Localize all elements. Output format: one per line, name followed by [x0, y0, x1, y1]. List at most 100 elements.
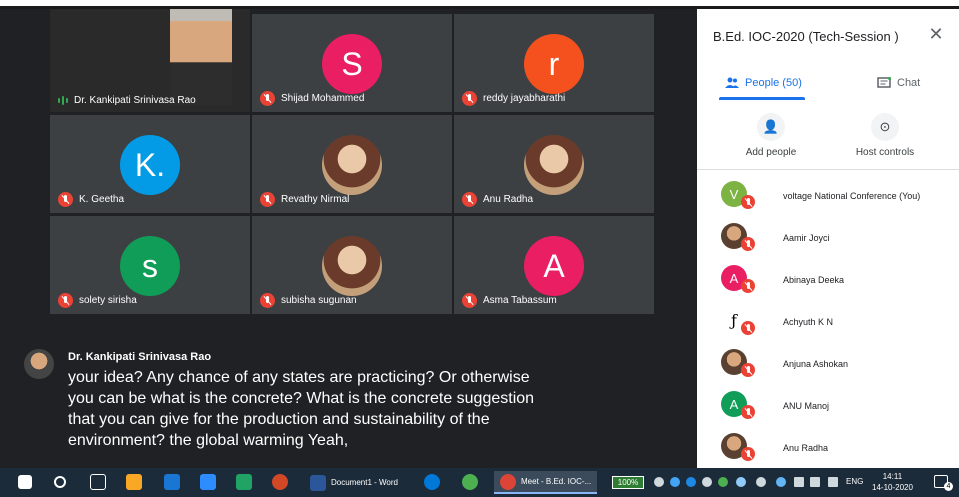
live-caption: Dr. Kankipati Srinivasa Rao your idea? A…: [0, 327, 697, 468]
mic-off-icon: [741, 195, 755, 209]
tab-people-label: People (50): [745, 77, 802, 89]
mic-off-icon: [260, 293, 275, 308]
tray-icon[interactable]: [686, 477, 696, 487]
tile-name-row: Asma Tabassum: [462, 293, 557, 308]
mic-off-icon: [58, 192, 73, 207]
tab-people[interactable]: People (50): [725, 67, 802, 99]
tile-name-row: Anu Radha: [462, 192, 533, 207]
tile-name-row: reddy jayabharathi: [462, 91, 565, 106]
tile-name-row: K. Geetha: [58, 192, 124, 207]
side-panel: B.Ed. IOC-2020 (Tech-Session ) ✕ People …: [697, 9, 959, 468]
avatar: [524, 135, 584, 195]
tray-icon[interactable]: [654, 477, 664, 487]
edge-icon[interactable]: [424, 474, 440, 490]
participant-tile-anu-radha[interactable]: Anu Radha: [454, 115, 654, 213]
tile-name-row: Dr. Kankipati Srinivasa Rao: [58, 95, 196, 106]
caption-text: your idea? Any chance of any states are …: [68, 367, 628, 451]
volume-icon[interactable]: [810, 477, 820, 487]
taskbar-app-word[interactable]: Document1 - Word: [304, 471, 404, 494]
participant-row[interactable]: ƒ Achyuth K N: [697, 301, 959, 343]
participant-tile-geetha[interactable]: K. K. Geetha: [50, 115, 250, 213]
avatar: s: [120, 236, 180, 296]
network-icon[interactable]: [794, 477, 804, 487]
language-indicator[interactable]: ENG: [846, 477, 863, 486]
tile-name: reddy jayabharathi: [483, 93, 566, 104]
tray-icon[interactable]: [756, 477, 766, 487]
caption-speaker-avatar: [24, 349, 54, 379]
mic-off-icon: [741, 321, 755, 335]
participant-row[interactable]: V voltage National Conference (You): [697, 175, 959, 217]
chrome-icon: [500, 473, 516, 490]
mic-off-icon: [741, 363, 755, 377]
chrome-icon[interactable]: [462, 474, 478, 490]
mic-off-icon: [741, 237, 755, 251]
tray-icon[interactable]: [718, 477, 728, 487]
participant-name: Achyuth K N: [783, 317, 834, 327]
tray-icon[interactable]: [736, 477, 746, 487]
tile-name: Shijad Mohammed: [281, 93, 365, 104]
participant-name: Anjuna Ashokan: [783, 359, 849, 369]
tray-icon[interactable]: [776, 477, 786, 487]
caption-line: environment? the global warming Yeah,: [68, 432, 349, 449]
host-controls-button[interactable]: ⊙ Host controls: [845, 113, 925, 158]
battery-icon[interactable]: [828, 477, 838, 487]
tile-name-row: solety sirisha: [58, 293, 137, 308]
taskbar-app-label: Meet - B.Ed. IOC-...: [521, 477, 592, 486]
caption-line: your idea? Any chance of any states are …: [68, 369, 530, 386]
clock[interactable]: 14:11 14-10-2020: [872, 471, 913, 493]
participant-tile-subisha[interactable]: subisha sugunan: [252, 216, 452, 314]
panel-title: B.Ed. IOC-2020 (Tech-Session ): [713, 29, 899, 44]
taskbar-app-meet[interactable]: Meet - B.Ed. IOC-...: [494, 471, 598, 494]
host-controls-icon: ⊙: [871, 113, 899, 141]
tab-chat[interactable]: Chat: [877, 67, 920, 99]
windows-start-icon[interactable]: [18, 475, 32, 489]
participant-tile-reddy[interactable]: r reddy jayabharathi: [454, 14, 654, 112]
tile-name-row: Shijad Mohammed: [260, 91, 364, 106]
task-view-icon[interactable]: [90, 474, 106, 490]
chat-icon: [877, 77, 891, 88]
avatar: S: [322, 34, 382, 94]
search-icon[interactable]: [54, 476, 66, 488]
add-people-button[interactable]: 👤 Add people: [731, 113, 811, 158]
mic-off-icon: [741, 279, 755, 293]
close-icon[interactable]: ✕: [925, 23, 947, 45]
people-icon: [725, 77, 739, 88]
excel-icon[interactable]: [236, 474, 252, 490]
mic-off-icon: [462, 293, 477, 308]
mic-off-icon: [462, 192, 477, 207]
participant-name: ANU Manoj: [783, 401, 830, 411]
mail-icon[interactable]: [164, 474, 180, 490]
participant-tile-asma[interactable]: A Asma Tabassum: [454, 216, 654, 314]
mic-off-icon: [741, 447, 755, 461]
participant-row[interactable]: A Abinaya Deeka: [697, 259, 959, 301]
taskbar-app-label: Document1 - Word: [331, 478, 398, 487]
tile-name: solety sirisha: [79, 295, 137, 306]
tile-name: Dr. Kankipati Srinivasa Rao: [74, 95, 196, 106]
mic-off-icon: [741, 405, 755, 419]
file-explorer-icon[interactable]: [126, 474, 142, 490]
tile-name: K. Geetha: [79, 194, 125, 205]
caption-speaker-name: Dr. Kankipati Srinivasa Rao: [68, 351, 212, 363]
participant-tile-revathy[interactable]: Revathy Nirmal: [252, 115, 452, 213]
add-person-icon: 👤: [757, 113, 785, 141]
avatar: [322, 236, 382, 296]
add-people-label: Add people: [745, 147, 797, 158]
participant-row[interactable]: Anu Radha: [697, 427, 959, 469]
powerpoint-icon[interactable]: [272, 474, 288, 490]
participant-tile-solety[interactable]: s solety sirisha: [50, 216, 250, 314]
speaking-indicator-icon: [58, 96, 68, 105]
tray-icon[interactable]: [670, 477, 680, 487]
battery-indicator[interactable]: 100%: [612, 476, 644, 489]
tile-name-row: subisha sugunan: [260, 293, 357, 308]
participant-row[interactable]: Anjuna Ashokan: [697, 343, 959, 385]
mic-off-icon: [462, 91, 477, 106]
tray-icon[interactable]: [702, 477, 712, 487]
participant-name: Abinaya Deeka: [783, 275, 845, 285]
participant-name: Aamir Joyci: [783, 233, 830, 243]
participant-row[interactable]: Aamir Joyci: [697, 217, 959, 259]
participant-row[interactable]: A ANU Manoj: [697, 385, 959, 427]
participant-tile-shijad[interactable]: S Shijad Mohammed: [252, 14, 452, 112]
participant-tile-presenter[interactable]: Dr. Kankipati Srinivasa Rao: [50, 9, 250, 112]
clock-date: 14-10-2020: [872, 483, 913, 492]
zoom-icon[interactable]: [200, 474, 216, 490]
